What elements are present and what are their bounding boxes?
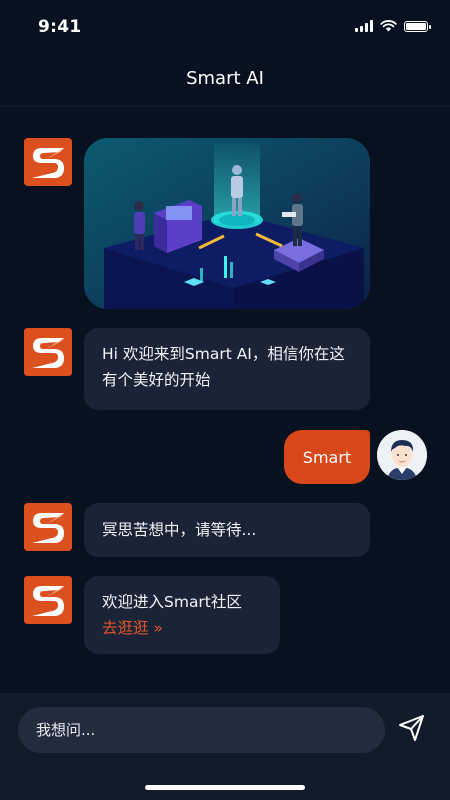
smart-logo-icon bbox=[24, 138, 72, 186]
page-title: Smart AI bbox=[186, 68, 264, 89]
user-avatar[interactable] bbox=[377, 430, 427, 480]
message-text: 冥思苦想中，请等待... bbox=[102, 521, 257, 539]
message-input[interactable]: 我想问... bbox=[18, 707, 385, 753]
status-bar: 9:41 bbox=[0, 0, 450, 56]
ai-message-bubble: 冥思苦想中，请等待... bbox=[84, 503, 370, 557]
header-divider bbox=[0, 106, 450, 107]
message-text: Hi 欢迎来到Smart AI，相信你在这有个美好的开始 bbox=[102, 345, 345, 389]
cellular-signal-icon bbox=[355, 20, 373, 32]
smart-logo-icon bbox=[24, 328, 72, 376]
smart-logo-icon bbox=[24, 576, 72, 624]
home-indicator bbox=[145, 785, 305, 790]
ai-avatar bbox=[24, 576, 72, 624]
community-link[interactable]: 去逛逛 » bbox=[102, 615, 262, 641]
status-icons bbox=[355, 20, 431, 32]
user-message-bubble: Smart bbox=[284, 430, 370, 484]
ai-illustration-image bbox=[84, 138, 370, 309]
status-time: 9:41 bbox=[38, 17, 82, 37]
ai-message-bubble: Hi 欢迎来到Smart AI，相信你在这有个美好的开始 bbox=[84, 328, 370, 410]
user-avatar-image bbox=[377, 430, 427, 480]
ai-image-message[interactable] bbox=[84, 138, 370, 309]
ai-avatar bbox=[24, 503, 72, 551]
ai-avatar bbox=[24, 138, 72, 186]
battery-icon bbox=[404, 20, 431, 32]
message-input-placeholder: 我想问... bbox=[36, 721, 96, 739]
smart-logo-icon bbox=[24, 503, 72, 551]
send-icon bbox=[399, 715, 424, 741]
wifi-icon bbox=[380, 20, 397, 32]
send-button[interactable] bbox=[396, 712, 428, 744]
message-text: 欢迎进入Smart社区 bbox=[102, 593, 242, 611]
ai-message-bubble: 欢迎进入Smart社区 去逛逛 » bbox=[84, 576, 280, 654]
ai-avatar bbox=[24, 328, 72, 376]
message-text: Smart bbox=[302, 447, 352, 467]
